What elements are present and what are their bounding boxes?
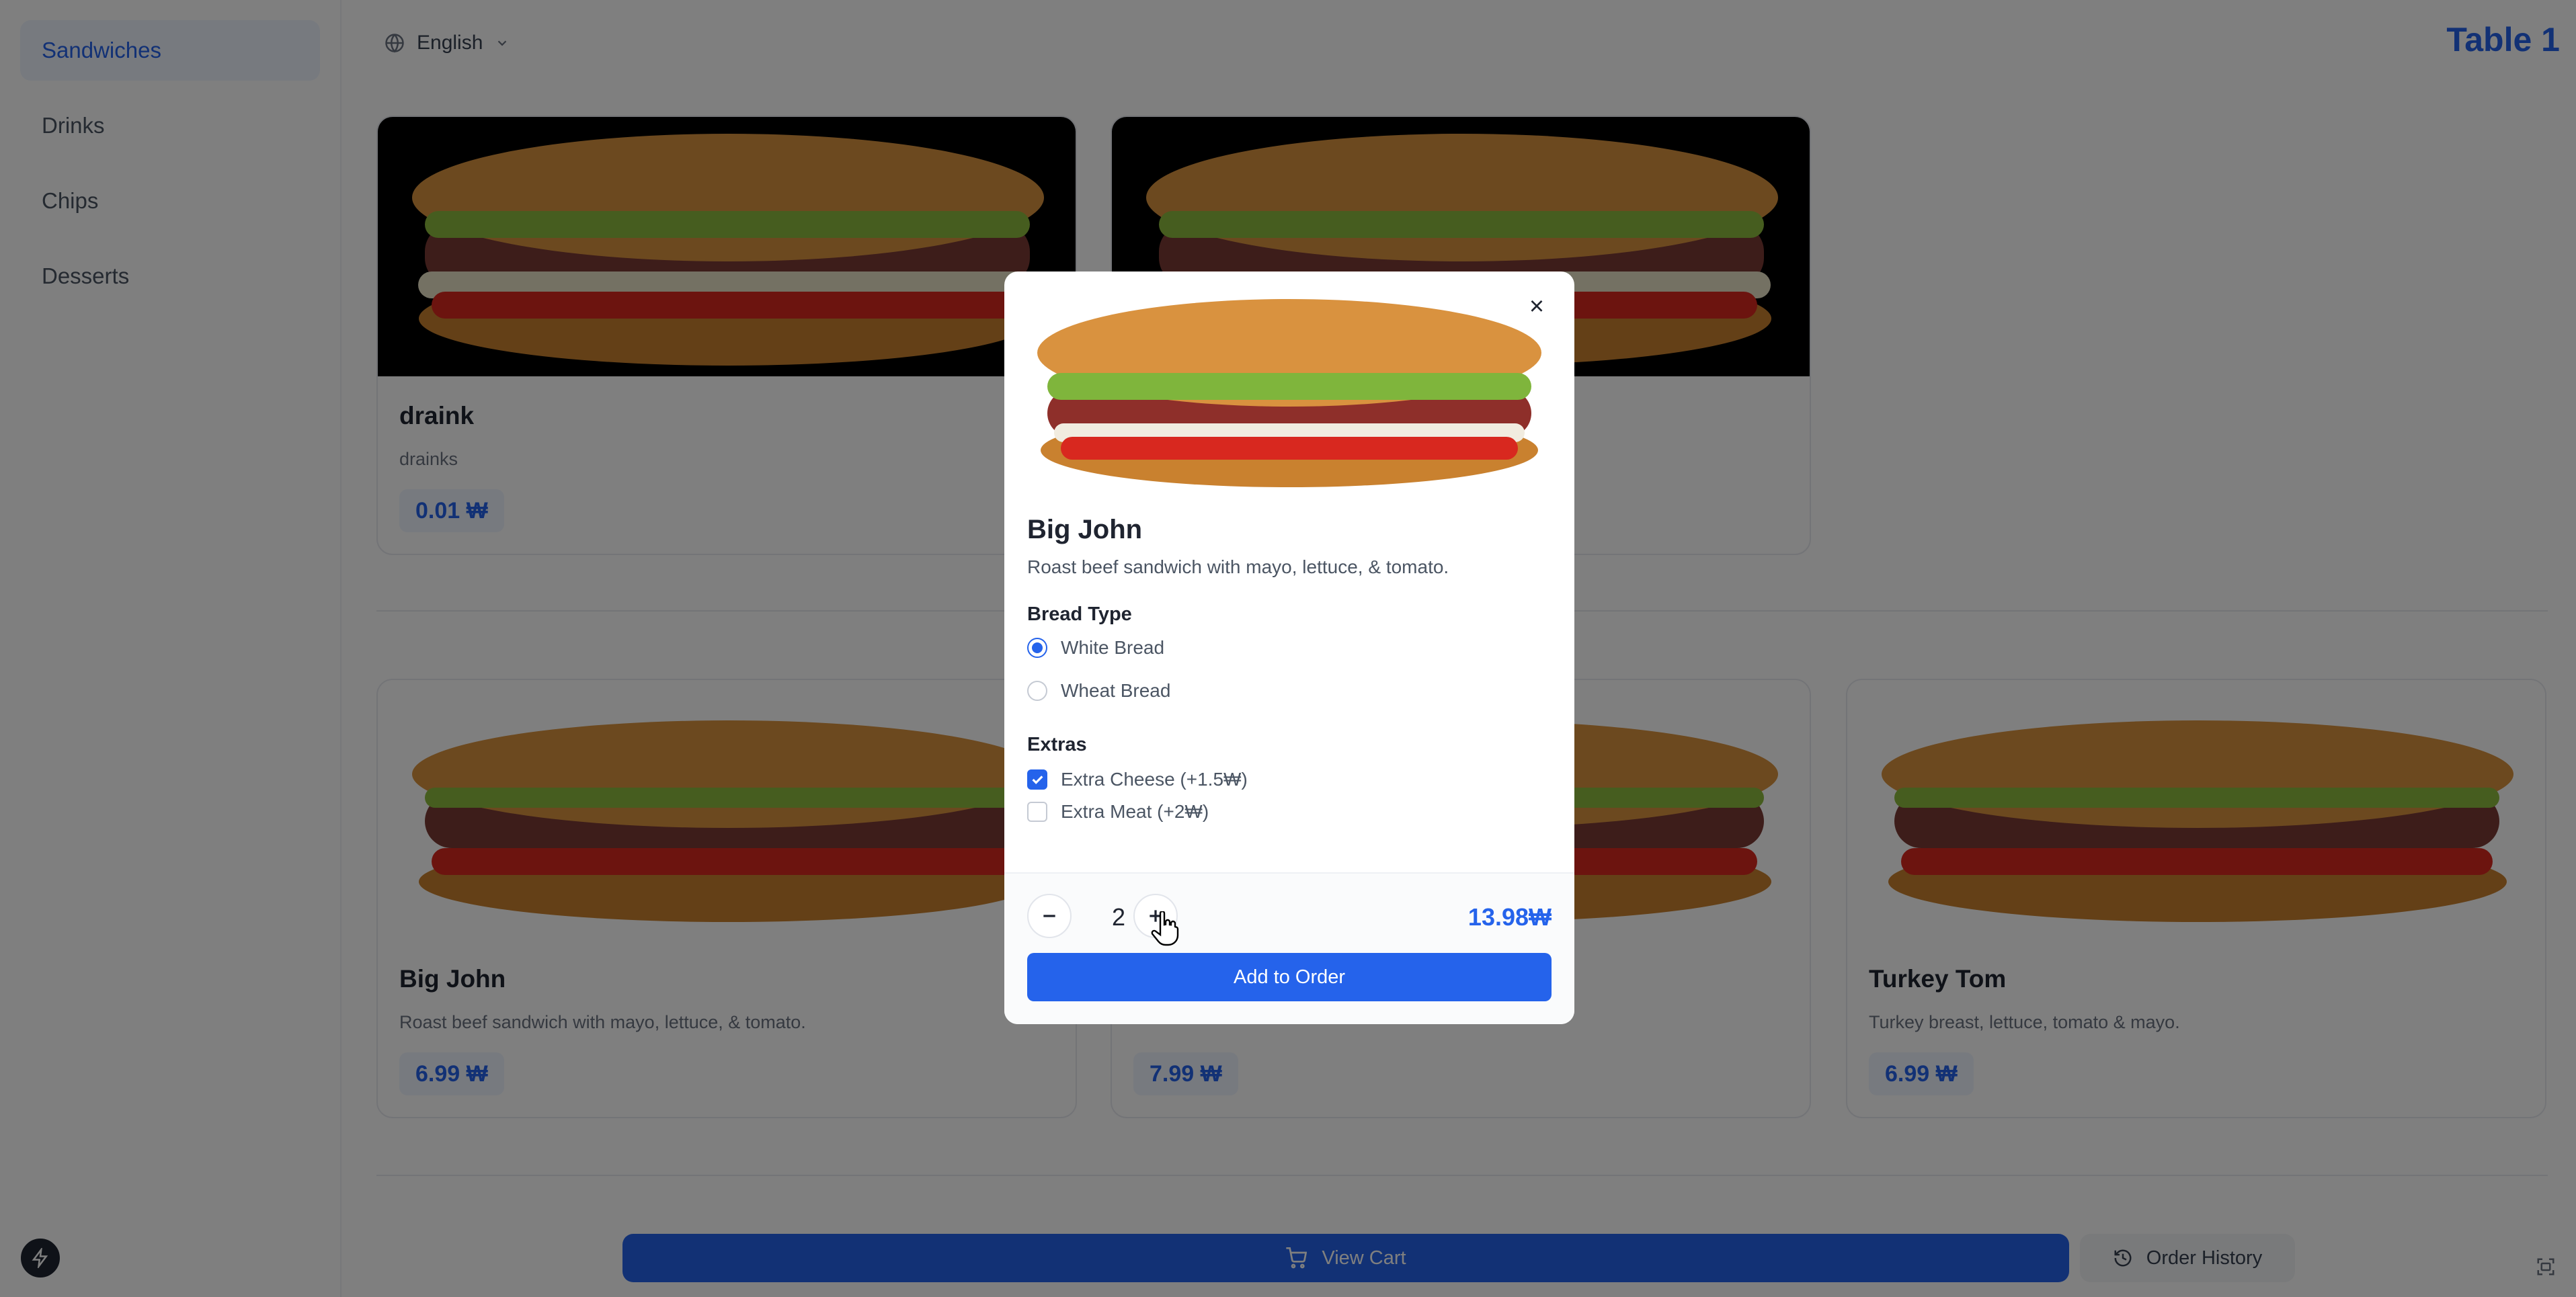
close-icon[interactable]: × — [1522, 292, 1552, 321]
bread-option-white[interactable]: White Bread — [1027, 637, 1164, 659]
extra-option-meat[interactable]: Extra Meat (+2₩) — [1027, 801, 1209, 823]
bread-type-heading: Bread Type — [1027, 603, 1132, 625]
minus-icon — [1043, 915, 1055, 917]
option-label: Extra Cheese (+1.5₩) — [1061, 769, 1248, 790]
radio-selected[interactable] — [1027, 638, 1047, 658]
item-options-modal: × Big John Roast beef sandwich with mayo… — [1004, 271, 1574, 1024]
extras-heading: Extras — [1027, 734, 1087, 755]
checkbox-unchecked[interactable] — [1027, 802, 1047, 822]
option-label: White Bread — [1061, 637, 1165, 658]
checkbox-checked[interactable] — [1027, 769, 1047, 790]
add-to-order-button[interactable]: Add to Order — [1027, 953, 1552, 1001]
decrease-quantity-button[interactable] — [1027, 894, 1072, 938]
modal-description: Roast beef sandwich with mayo, lettuce, … — [1027, 556, 1449, 577]
modal-footer — [1004, 872, 1574, 1024]
radio-unselected[interactable] — [1027, 681, 1047, 701]
quantity-value: 2 — [1111, 903, 1126, 931]
hand-cursor-icon — [1151, 911, 1179, 946]
option-label: Wheat Bread — [1061, 680, 1171, 701]
extra-option-cheese[interactable]: Extra Cheese (+1.5₩) — [1027, 769, 1248, 790]
item-image — [1027, 282, 1552, 497]
option-label: Extra Meat (+2₩) — [1061, 801, 1209, 822]
modal-title: Big John — [1027, 515, 1143, 544]
checkmark-icon — [1032, 776, 1043, 784]
total-price: 13.98₩ — [1467, 903, 1552, 931]
bread-option-wheat[interactable]: Wheat Bread — [1027, 680, 1170, 702]
